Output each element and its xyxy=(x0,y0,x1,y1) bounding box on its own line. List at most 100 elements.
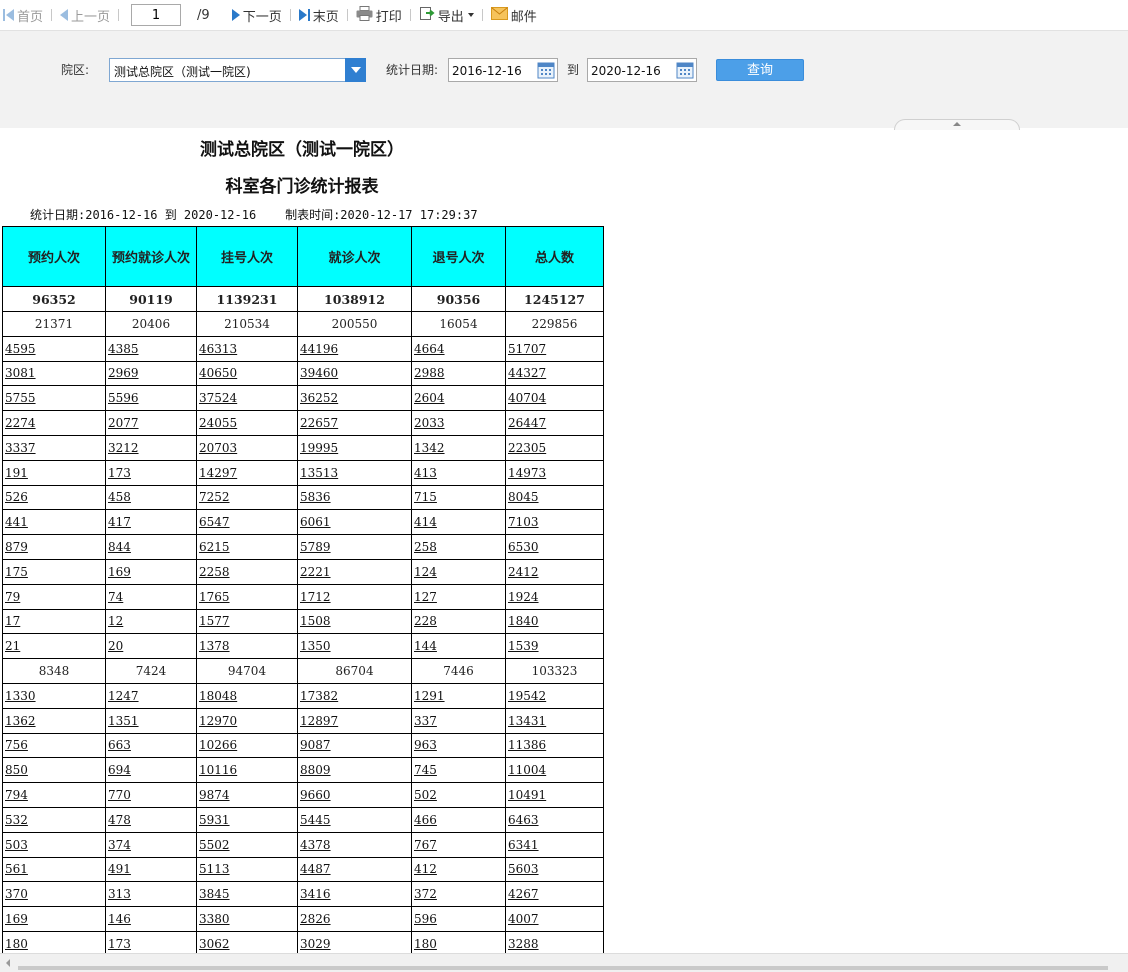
drilldown-link[interactable]: 175 xyxy=(5,565,28,579)
drilldown-link[interactable]: 36252 xyxy=(300,391,338,405)
drilldown-link[interactable]: 9660 xyxy=(300,788,331,802)
drilldown-link[interactable]: 3380 xyxy=(199,912,230,926)
date-to-field[interactable]: 2020-12-16 xyxy=(587,58,697,82)
drilldown-link[interactable]: 19995 xyxy=(300,441,338,455)
drilldown-link[interactable]: 14297 xyxy=(199,466,237,480)
drilldown-link[interactable]: 2826 xyxy=(300,912,331,926)
drilldown-link[interactable]: 2033 xyxy=(414,416,445,430)
drilldown-link[interactable]: 20 xyxy=(108,639,123,653)
drilldown-link[interactable]: 24055 xyxy=(199,416,237,430)
drilldown-link[interactable]: 794 xyxy=(5,788,28,802)
drilldown-link[interactable]: 51707 xyxy=(508,342,546,356)
drilldown-link[interactable]: 6215 xyxy=(199,540,230,554)
drilldown-link[interactable]: 44327 xyxy=(508,366,546,380)
drilldown-link[interactable]: 414 xyxy=(414,515,437,529)
drilldown-link[interactable]: 22305 xyxy=(508,441,546,455)
drilldown-link[interactable]: 1577 xyxy=(199,614,230,628)
drilldown-link[interactable]: 13513 xyxy=(300,466,338,480)
calendar-icon[interactable] xyxy=(537,61,555,79)
drilldown-link[interactable]: 1351 xyxy=(108,714,139,728)
drilldown-link[interactable]: 756 xyxy=(5,738,28,752)
drilldown-link[interactable]: 21 xyxy=(5,639,20,653)
drilldown-link[interactable]: 17 xyxy=(5,614,20,628)
drilldown-link[interactable]: 5502 xyxy=(199,838,230,852)
drilldown-link[interactable]: 39460 xyxy=(300,366,338,380)
drilldown-link[interactable]: 1291 xyxy=(414,689,445,703)
drilldown-link[interactable]: 6061 xyxy=(300,515,331,529)
drilldown-link[interactable]: 46313 xyxy=(199,342,237,356)
drilldown-link[interactable]: 40704 xyxy=(508,391,546,405)
drilldown-link[interactable]: 5445 xyxy=(300,813,331,827)
drilldown-link[interactable]: 561 xyxy=(5,862,28,876)
drilldown-link[interactable]: 3416 xyxy=(300,887,331,901)
drilldown-link[interactable]: 5931 xyxy=(199,813,230,827)
drilldown-link[interactable]: 20703 xyxy=(199,441,237,455)
scroll-left-icon[interactable] xyxy=(6,959,10,967)
prev-page-button[interactable]: 上一页 xyxy=(56,0,114,30)
drilldown-link[interactable]: 526 xyxy=(5,490,28,504)
drilldown-link[interactable]: 22657 xyxy=(300,416,338,430)
drilldown-link[interactable]: 4664 xyxy=(414,342,445,356)
drilldown-link[interactable]: 1378 xyxy=(199,639,230,653)
drilldown-link[interactable]: 11386 xyxy=(508,738,546,752)
drilldown-link[interactable]: 13431 xyxy=(508,714,546,728)
drilldown-link[interactable]: 2988 xyxy=(414,366,445,380)
export-button[interactable]: 导出 xyxy=(415,0,478,30)
drilldown-link[interactable]: 7252 xyxy=(199,490,230,504)
drilldown-link[interactable]: 12970 xyxy=(199,714,237,728)
horizontal-scrollbar[interactable] xyxy=(0,953,1128,972)
drilldown-link[interactable]: 715 xyxy=(414,490,437,504)
drilldown-link[interactable]: 502 xyxy=(414,788,437,802)
drilldown-link[interactable]: 4385 xyxy=(108,342,139,356)
date-from-field[interactable]: 2016-12-16 xyxy=(448,58,558,82)
drilldown-link[interactable]: 173 xyxy=(108,466,131,480)
drilldown-link[interactable]: 169 xyxy=(5,912,28,926)
drilldown-link[interactable]: 745 xyxy=(414,763,437,777)
query-button[interactable]: 查询 xyxy=(716,59,804,81)
drilldown-link[interactable]: 2412 xyxy=(508,565,539,579)
drilldown-link[interactable]: 844 xyxy=(108,540,131,554)
drilldown-link[interactable]: 5836 xyxy=(300,490,331,504)
next-page-button[interactable]: 下一页 xyxy=(228,0,286,30)
drilldown-link[interactable]: 146 xyxy=(108,912,131,926)
drilldown-link[interactable]: 1350 xyxy=(300,639,331,653)
drilldown-link[interactable]: 228 xyxy=(414,614,437,628)
drilldown-link[interactable]: 9087 xyxy=(300,738,331,752)
drilldown-link[interactable]: 879 xyxy=(5,540,28,554)
drilldown-link[interactable]: 2077 xyxy=(108,416,139,430)
drilldown-link[interactable]: 79 xyxy=(5,590,20,604)
drilldown-link[interactable]: 313 xyxy=(108,887,131,901)
drilldown-link[interactable]: 963 xyxy=(414,738,437,752)
drilldown-link[interactable]: 1840 xyxy=(508,614,539,628)
drilldown-link[interactable]: 5596 xyxy=(108,391,139,405)
drilldown-link[interactable]: 417 xyxy=(108,515,131,529)
drilldown-link[interactable]: 372 xyxy=(414,887,437,901)
drilldown-link[interactable]: 3029 xyxy=(300,937,331,951)
drilldown-link[interactable]: 1247 xyxy=(108,689,139,703)
drilldown-link[interactable]: 1765 xyxy=(199,590,230,604)
drilldown-link[interactable]: 258 xyxy=(414,540,437,554)
scrollbar-thumb[interactable] xyxy=(18,966,1108,970)
drilldown-link[interactable]: 10116 xyxy=(199,763,237,777)
drilldown-link[interactable]: 3288 xyxy=(508,937,539,951)
drilldown-link[interactable]: 5755 xyxy=(5,391,36,405)
drilldown-link[interactable]: 4378 xyxy=(300,838,331,852)
drilldown-link[interactable]: 1342 xyxy=(414,441,445,455)
drilldown-link[interactable]: 17382 xyxy=(300,689,338,703)
calendar-icon[interactable] xyxy=(676,61,694,79)
drilldown-link[interactable]: 3212 xyxy=(108,441,139,455)
drilldown-link[interactable]: 9874 xyxy=(199,788,230,802)
drilldown-link[interactable]: 1712 xyxy=(300,590,331,604)
drilldown-link[interactable]: 1330 xyxy=(5,689,36,703)
drilldown-link[interactable]: 3081 xyxy=(5,366,36,380)
drilldown-link[interactable]: 491 xyxy=(108,862,131,876)
campus-select[interactable]: 测试总院区（测试一院区) xyxy=(109,58,366,82)
drilldown-link[interactable]: 6530 xyxy=(508,540,539,554)
drilldown-link[interactable]: 14973 xyxy=(508,466,546,480)
drilldown-link[interactable]: 2604 xyxy=(414,391,445,405)
drilldown-link[interactable]: 5789 xyxy=(300,540,331,554)
drilldown-link[interactable]: 173 xyxy=(108,937,131,951)
drilldown-link[interactable]: 124 xyxy=(414,565,437,579)
drilldown-link[interactable]: 19542 xyxy=(508,689,546,703)
drilldown-link[interactable]: 412 xyxy=(414,862,437,876)
